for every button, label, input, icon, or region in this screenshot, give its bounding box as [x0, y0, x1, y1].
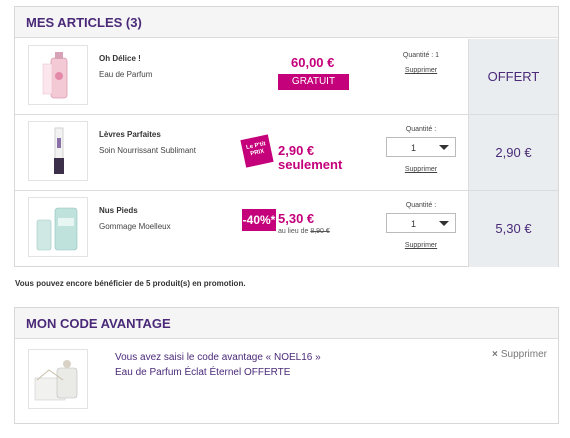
product-image[interactable]: [28, 197, 88, 257]
remove-link[interactable]: Supprimer: [381, 242, 461, 249]
product-name[interactable]: Lèvres Parfaites: [99, 130, 161, 139]
product-description: Eau de Parfum: [99, 70, 153, 79]
product-description: Gommage Moelleux: [99, 222, 171, 231]
product-name[interactable]: Oh Délice !: [99, 54, 141, 63]
petit-prix-badge: Le P'tit PRIX: [240, 134, 274, 168]
promo-code-line: Vous avez saisi le code avantage « NOEL1…: [115, 352, 321, 363]
quantity-value: 1: [411, 143, 417, 153]
discount-badge: -40%*: [242, 209, 276, 231]
free-tag: GRATUIT: [278, 74, 349, 90]
cart-item: Lèvres Parfaites Soin Nourrissant Sublim…: [15, 115, 558, 191]
close-icon: ×: [492, 349, 498, 360]
chevron-down-icon: [439, 221, 449, 226]
promo-note: Vous pouvez encore bénéficier de 5 produ…: [15, 279, 246, 288]
product-description: Soin Nourrissant Sublimant: [99, 146, 196, 155]
old-price: au lieu de 8,90 €: [278, 228, 330, 235]
remove-link[interactable]: Supprimer: [381, 166, 461, 173]
product-price: 2,90 €: [278, 143, 315, 158]
remove-code-label: Supprimer: [500, 349, 547, 360]
old-price-prefix: au lieu de: [278, 228, 309, 235]
cart-panel: MES ARTICLES (3) Oh Délice ! Eau de Parf…: [14, 6, 559, 267]
quantity-select[interactable]: 1: [386, 137, 456, 157]
quantity-label: Quantité :: [405, 126, 437, 133]
cart-title: MES ARTICLES (3): [15, 7, 558, 38]
product-image[interactable]: [28, 121, 88, 181]
remove-code-button[interactable]: × Supprimer: [492, 349, 547, 360]
line-total: OFFERT: [468, 39, 558, 114]
chevron-down-icon: [439, 145, 449, 150]
product-name[interactable]: Nus Pieds: [99, 206, 138, 215]
cart-item: Oh Délice ! Eau de Parfum 60,00 € GRATUI…: [15, 39, 558, 115]
product-price: 5,30 €: [278, 211, 315, 226]
promo-code-title: MON CODE AVANTAGE: [15, 308, 558, 339]
cart-item: Nus Pieds Gommage Moelleux -40%* 5,30 € …: [15, 191, 558, 267]
line-total: 5,30 €: [468, 191, 558, 267]
product-image[interactable]: [28, 45, 88, 105]
quantity-text: Quantité : 1: [402, 52, 440, 59]
quantity-value: 1: [411, 219, 417, 229]
price-suffix: seulement: [278, 157, 343, 172]
line-total: 2,90 €: [468, 115, 558, 190]
promo-offer-line: Eau de Parfum Éclat Éternel OFFERTE: [115, 367, 291, 378]
gift-image: [28, 349, 88, 409]
quantity-label: Quantité :: [405, 202, 437, 209]
old-price-value: 8,90 €: [310, 228, 330, 235]
remove-link[interactable]: Supprimer: [381, 67, 461, 74]
promo-code-message: Vous avez saisi le code avantage « NOEL1…: [115, 350, 321, 380]
quantity-select[interactable]: 1: [386, 213, 456, 233]
promo-code-panel: MON CODE AVANTAGE Vous avez saisi le cod…: [14, 307, 559, 424]
product-price: 60,00 €: [291, 55, 335, 70]
